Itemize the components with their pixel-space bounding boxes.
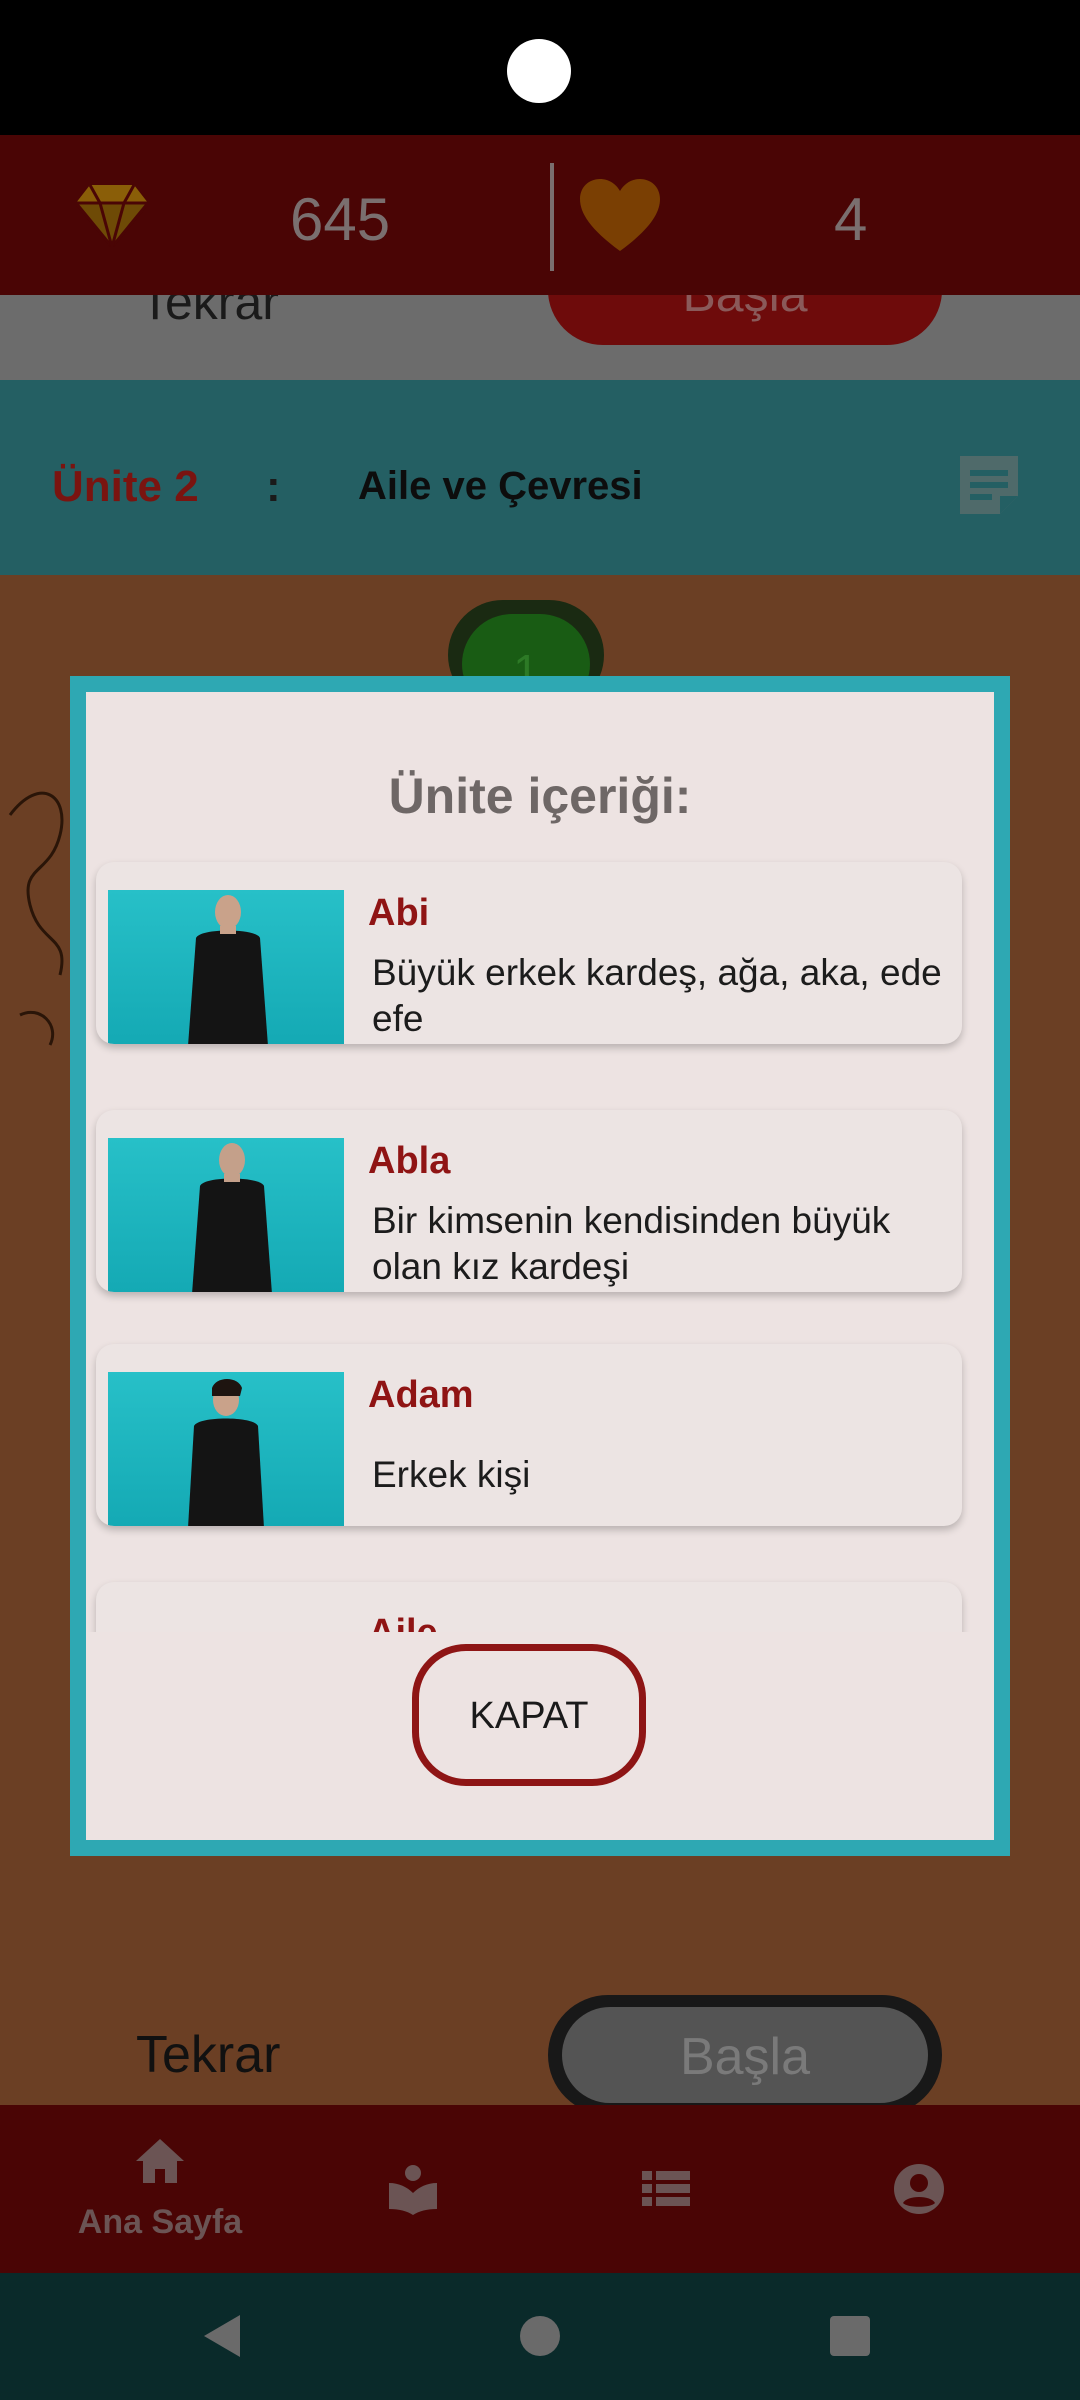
nav-item-home[interactable]: Ana Sayfa — [60, 2105, 260, 2273]
vocabulary-card[interactable]: Abla Bir kimsenin kendisinden büyük olan… — [96, 1110, 962, 1292]
vocabulary-list[interactable]: Abi Büyük erkek kardeş, ağa, aka, ede ef… — [86, 852, 994, 1632]
unit-number: Ünite 2 — [52, 462, 199, 511]
bottom-navigation: Ana Sayfa — [0, 2105, 1080, 2273]
dialog-body: Ünite içeriği: Abi Büyük erkek kardeş, a… — [86, 692, 994, 1840]
home-icon — [136, 2139, 184, 2183]
diamond-icon — [76, 184, 148, 247]
basla-button-inner: Başla — [562, 2007, 928, 2103]
unit-title: Aile ve Çevresi — [358, 464, 643, 508]
previous-basla-button[interactable]: Başla — [548, 295, 942, 345]
stats-divider — [550, 163, 554, 271]
tekrar-label: Tekrar — [136, 2026, 281, 2084]
card-definition: Bir kimsenin kendisinden büyük olan kız … — [372, 1200, 891, 1287]
heart-icon — [580, 179, 660, 251]
sign-video-thumbnail[interactable] — [108, 1138, 344, 1292]
nav-item-learn[interactable] — [313, 2105, 513, 2273]
card-word: Aile — [368, 1612, 438, 1632]
sign-video-thumbnail[interactable] — [108, 1372, 344, 1526]
card-word: Abi — [368, 892, 430, 934]
basla-label: Başla — [679, 2028, 811, 2086]
back-icon[interactable] — [200, 2313, 244, 2359]
home-circle-icon[interactable] — [520, 2316, 560, 2356]
unit-header: Ünite 2 : Aile ve Çevresi — [0, 380, 1080, 575]
basla-button[interactable]: Başla — [548, 1995, 942, 2115]
vocabulary-card[interactable]: Adam Erkek kişi — [96, 1344, 962, 1526]
decorative-doodle-left — [8, 791, 64, 1046]
recents-icon[interactable] — [830, 2316, 870, 2356]
notes-icon[interactable] — [954, 450, 1024, 520]
card-definition: Erkek kişi — [372, 1454, 531, 1495]
close-button[interactable]: KAPAT — [412, 1644, 646, 1786]
card-word: Adam — [368, 1374, 474, 1416]
unit-content-dialog: Ünite içeriği: Abi Büyük erkek kardeş, a… — [70, 676, 1010, 1856]
gems-count: 645 — [290, 186, 391, 253]
close-button-label: KAPAT — [469, 1695, 589, 1737]
status-bar — [0, 0, 1080, 135]
hearts-count: 4 — [834, 186, 868, 253]
nav-item-list[interactable] — [566, 2105, 766, 2273]
previous-basla-label: Başla — [548, 295, 942, 323]
person-figure-icon — [192, 1143, 272, 1292]
dialog-title: Ünite içeriği: — [388, 768, 692, 824]
card-word: Abla — [368, 1140, 451, 1182]
previous-tekrar-label: Tekrar — [140, 295, 279, 330]
person-figure-icon — [188, 1379, 264, 1526]
card-definition: Büyük erkek kardeş, ağa, aka, ede efe — [372, 952, 942, 1039]
vocabulary-card[interactable]: Abi Büyük erkek kardeş, ağa, aka, ede ef… — [96, 862, 962, 1044]
camera-cutout — [507, 39, 571, 103]
account-icon — [894, 2164, 944, 2214]
sign-video-thumbnail[interactable] — [108, 890, 344, 1044]
nav-item-profile[interactable] — [819, 2105, 1019, 2273]
system-navigation-bar — [0, 2273, 1080, 2400]
nav-home-label: Ana Sayfa — [77, 2203, 243, 2241]
stats-bar: 645 4 — [0, 135, 1080, 295]
book-reader-icon — [389, 2165, 437, 2215]
list-icon — [642, 2171, 690, 2206]
person-figure-icon — [188, 895, 268, 1044]
previous-unit-strip: Tekrar Başla — [0, 295, 1080, 380]
unit-colon: : — [266, 462, 281, 511]
vocabulary-card[interactable]: Aile — [96, 1582, 962, 1632]
